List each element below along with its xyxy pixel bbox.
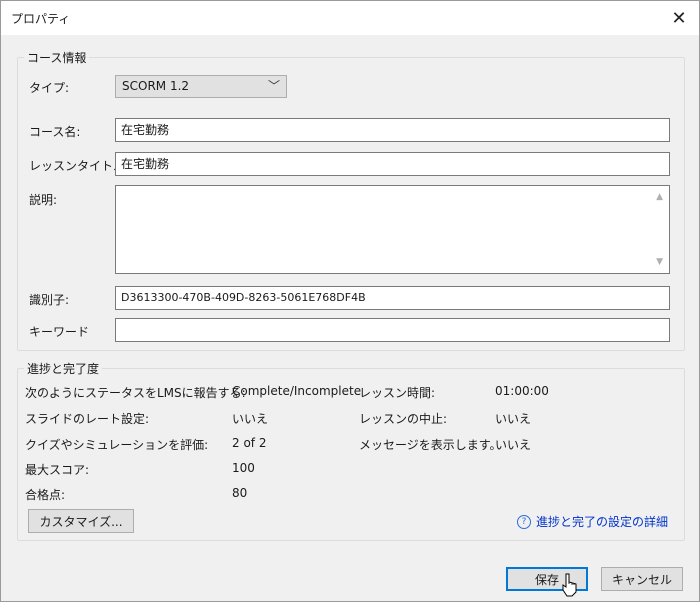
lesson-time-label: レッスン時間: [359,386,436,400]
course-info-title: コース情報 [24,49,90,66]
window-title: プロパティ [11,12,71,26]
lesson-time-value: 01:00:00 [495,384,549,398]
cancel-button[interactable]: キャンセル [601,567,683,591]
quiz-eval-value: 2 of 2 [232,436,267,450]
progress-help-link[interactable]: ? 進捗と完了の設定の詳細 [517,513,668,530]
type-select-value: SCORM 1.2 [122,79,190,93]
slide-rate-value: いいえ [232,412,269,426]
slide-rate-label: スライドのレート設定: [25,412,150,426]
report-status-value: Complete/Incomplete [232,384,362,398]
identifier-label: 識別子: [29,293,70,307]
customize-button[interactable]: カスタマイズ... [28,509,134,533]
progress-title: 進捗と完了度 [24,360,103,377]
type-label: タイプ: [29,81,70,95]
show-message-value: いいえ [495,438,532,452]
description-textarea[interactable]: ▲ ▼ [115,185,670,274]
max-score-value: 100 [232,461,255,475]
passing-score-label: 合格点: [25,488,66,502]
quiz-eval-label: クイズやシミュレーションを評価: [25,438,209,452]
report-status-label: 次のようにステータスをLMSに報告する: [25,386,246,400]
pointer-cursor-icon [562,573,577,597]
properties-dialog: プロパティ ✕ コース情報 タイプ: SCORM 1.2 ﹀ コース名: 在宅勤… [0,0,700,602]
keyword-input[interactable] [115,318,670,342]
type-select[interactable]: SCORM 1.2 ﹀ [115,75,287,98]
lesson-abort-value: いいえ [495,412,532,426]
keyword-label: キーワード [29,325,90,339]
description-label: 説明: [29,193,58,207]
passing-score-value: 80 [232,486,248,500]
course-name-label: コース名: [29,125,81,139]
chevron-down-icon: ﹀ [267,79,280,93]
lesson-title-input[interactable]: 在宅勤務 [115,152,670,176]
scroll-up-icon[interactable]: ▲ [656,192,663,202]
course-name-input[interactable]: 在宅勤務 [115,118,670,142]
close-icon[interactable]: ✕ [659,1,699,35]
progress-help-link-text: 進捗と完了の設定の詳細 [536,515,669,529]
scroll-down-icon[interactable]: ▼ [656,257,663,267]
help-icon: ? [517,514,531,529]
title-bar: プロパティ ✕ [1,1,699,35]
identifier-input[interactable]: D3613300-470B-409D-8263-5061E768DF4B [115,286,670,310]
show-message-label: メッセージを表示します。 [359,438,502,452]
max-score-label: 最大スコア: [25,463,90,477]
lesson-abort-label: レッスンの中止: [359,412,448,426]
lesson-title-label: レッスンタイトル [29,159,126,173]
